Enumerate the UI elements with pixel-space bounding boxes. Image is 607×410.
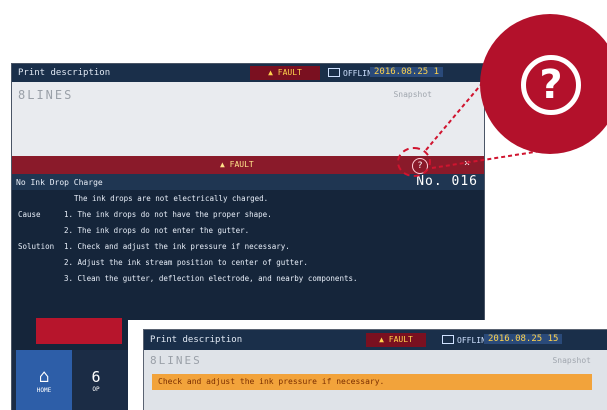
zoom-callout: ?: [480, 14, 607, 154]
help-icon: ?: [521, 55, 581, 115]
